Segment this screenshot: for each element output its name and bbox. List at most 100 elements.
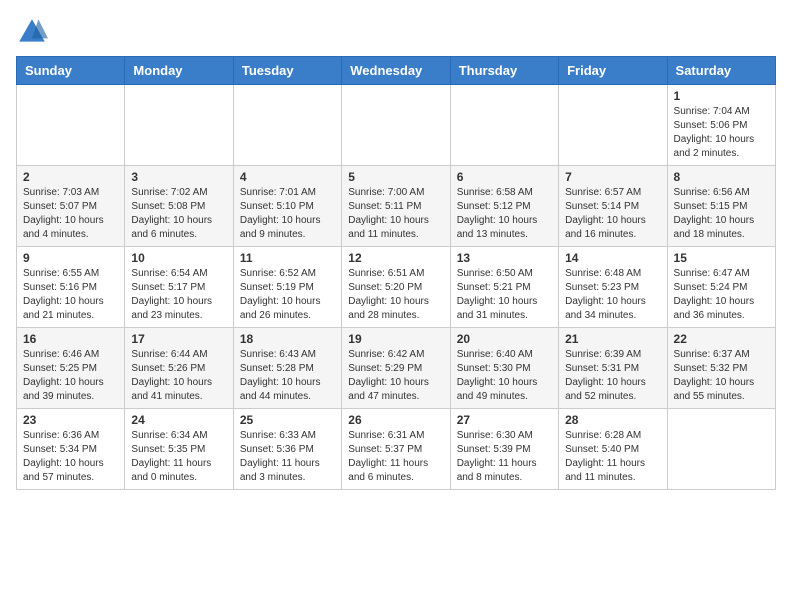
day-info: Sunrise: 7:02 AM Sunset: 5:08 PM Dayligh… <box>131 186 226 242</box>
calendar-week-0: 1Sunrise: 7:04 AM Sunset: 5:06 PM Daylig… <box>17 85 776 166</box>
weekday-header-tuesday: Tuesday <box>233 57 341 85</box>
day-number: 10 <box>131 251 226 265</box>
day-info: Sunrise: 6:52 AM Sunset: 5:19 PM Dayligh… <box>240 267 335 323</box>
day-number: 24 <box>131 413 226 427</box>
day-number: 13 <box>457 251 552 265</box>
weekday-header-sunday: Sunday <box>17 57 125 85</box>
day-info: Sunrise: 6:36 AM Sunset: 5:34 PM Dayligh… <box>23 429 118 485</box>
day-info: Sunrise: 6:44 AM Sunset: 5:26 PM Dayligh… <box>131 348 226 404</box>
calendar-week-4: 23 Sunrise: 6:36 AM Sunset: 5:34 PM Dayli… <box>17 409 776 490</box>
calendar-cell-w0d3 <box>342 85 450 166</box>
day-number: 26 <box>348 413 443 427</box>
calendar-body: 1Sunrise: 7:04 AM Sunset: 5:06 PM Daylig… <box>17 85 776 490</box>
day-number: 22 <box>674 332 769 346</box>
day-info: Sunrise: 6:57 AM Sunset: 5:14 PM Dayligh… <box>565 186 660 242</box>
day-info: Sunrise: 6:30 AM Sunset: 5:39 PM Dayligh… <box>457 429 552 485</box>
calendar-cell-w3d3: 19 Sunrise: 6:42 AM Sunset: 5:29 PM Dayli… <box>342 328 450 409</box>
day-info: Sunrise: 6:47 AM Sunset: 5:24 PM Dayligh… <box>674 267 769 323</box>
calendar-cell-w1d5: 7 Sunrise: 6:57 AM Sunset: 5:14 PM Daylig… <box>559 166 667 247</box>
day-info: Sunrise: 6:55 AM Sunset: 5:16 PM Dayligh… <box>23 267 118 323</box>
day-number: 5 <box>348 170 443 184</box>
day-number: 4 <box>240 170 335 184</box>
calendar-cell-w4d5: 28Sunrise: 6:28 AM Sunset: 5:40 PM Dayli… <box>559 409 667 490</box>
day-number: 14 <box>565 251 660 265</box>
calendar-cell-w3d1: 17 Sunrise: 6:44 AM Sunset: 5:26 PM Dayli… <box>125 328 233 409</box>
logo-icon <box>16 16 48 48</box>
day-number: 3 <box>131 170 226 184</box>
day-info: Sunrise: 7:01 AM Sunset: 5:10 PM Dayligh… <box>240 186 335 242</box>
calendar-cell-w2d2: 11 Sunrise: 6:52 AM Sunset: 5:19 PM Dayli… <box>233 247 341 328</box>
day-number: 16 <box>23 332 118 346</box>
day-info: Sunrise: 6:40 AM Sunset: 5:30 PM Dayligh… <box>457 348 552 404</box>
calendar-cell-w2d0: 9 Sunrise: 6:55 AM Sunset: 5:16 PM Daylig… <box>17 247 125 328</box>
weekday-header-saturday: Saturday <box>667 57 775 85</box>
calendar-cell-w2d1: 10 Sunrise: 6:54 AM Sunset: 5:17 PM Dayli… <box>125 247 233 328</box>
calendar-cell-w3d4: 20 Sunrise: 6:40 AM Sunset: 5:30 PM Dayli… <box>450 328 558 409</box>
calendar-cell-w2d3: 12Sunrise: 6:51 AM Sunset: 5:20 PM Dayli… <box>342 247 450 328</box>
calendar-cell-w0d0 <box>17 85 125 166</box>
calendar-cell-w1d2: 4 Sunrise: 7:01 AM Sunset: 5:10 PM Daylig… <box>233 166 341 247</box>
calendar-cell-w4d6 <box>667 409 775 490</box>
day-number: 21 <box>565 332 660 346</box>
day-info: Sunrise: 6:33 AM Sunset: 5:36 PM Dayligh… <box>240 429 335 485</box>
calendar-cell-w1d6: 8 Sunrise: 6:56 AM Sunset: 5:15 PM Daylig… <box>667 166 775 247</box>
weekday-header-thursday: Thursday <box>450 57 558 85</box>
day-info: Sunrise: 6:34 AM Sunset: 5:35 PM Dayligh… <box>131 429 226 485</box>
calendar-cell-w2d6: 15Sunrise: 6:47 AM Sunset: 5:24 PM Dayli… <box>667 247 775 328</box>
day-number: 19 <box>348 332 443 346</box>
day-number: 28 <box>565 413 660 427</box>
day-info: Sunrise: 7:03 AM Sunset: 5:07 PM Dayligh… <box>23 186 118 242</box>
weekday-header-row: SundayMondayTuesdayWednesdayThursdayFrid… <box>17 57 776 85</box>
day-number: 25 <box>240 413 335 427</box>
calendar-cell-w2d4: 13 Sunrise: 6:50 AM Sunset: 5:21 PM Dayli… <box>450 247 558 328</box>
day-number: 2 <box>23 170 118 184</box>
calendar-week-2: 9 Sunrise: 6:55 AM Sunset: 5:16 PM Daylig… <box>17 247 776 328</box>
calendar-cell-w1d1: 3 Sunrise: 7:02 AM Sunset: 5:08 PM Daylig… <box>125 166 233 247</box>
calendar-cell-w3d2: 18 Sunrise: 6:43 AM Sunset: 5:28 PM Dayli… <box>233 328 341 409</box>
calendar-cell-w0d4 <box>450 85 558 166</box>
day-number: 12 <box>348 251 443 265</box>
calendar-cell-w2d5: 14 Sunrise: 6:48 AM Sunset: 5:23 PM Dayli… <box>559 247 667 328</box>
day-number: 11 <box>240 251 335 265</box>
day-info: Sunrise: 6:43 AM Sunset: 5:28 PM Dayligh… <box>240 348 335 404</box>
calendar-cell-w0d5 <box>559 85 667 166</box>
day-info: Sunrise: 6:50 AM Sunset: 5:21 PM Dayligh… <box>457 267 552 323</box>
calendar-cell-w0d1 <box>125 85 233 166</box>
calendar-cell-w1d0: 2 Sunrise: 7:03 AM Sunset: 5:07 PM Daylig… <box>17 166 125 247</box>
day-number: 9 <box>23 251 118 265</box>
day-number: 18 <box>240 332 335 346</box>
calendar-cell-w1d3: 5 Sunrise: 7:00 AM Sunset: 5:11 PM Daylig… <box>342 166 450 247</box>
day-info: Sunrise: 6:48 AM Sunset: 5:23 PM Dayligh… <box>565 267 660 323</box>
day-number: 7 <box>565 170 660 184</box>
day-info: Sunrise: 6:56 AM Sunset: 5:15 PM Dayligh… <box>674 186 769 242</box>
calendar-cell-w4d0: 23 Sunrise: 6:36 AM Sunset: 5:34 PM Dayli… <box>17 409 125 490</box>
day-number: 27 <box>457 413 552 427</box>
calendar-cell-w1d4: 6 Sunrise: 6:58 AM Sunset: 5:12 PM Daylig… <box>450 166 558 247</box>
day-number: 8 <box>674 170 769 184</box>
calendar-cell-w4d2: 25 Sunrise: 6:33 AM Sunset: 5:36 PM Dayli… <box>233 409 341 490</box>
calendar-cell-w0d6: 1Sunrise: 7:04 AM Sunset: 5:06 PM Daylig… <box>667 85 775 166</box>
day-number: 17 <box>131 332 226 346</box>
logo <box>16 16 52 48</box>
calendar-week-1: 2 Sunrise: 7:03 AM Sunset: 5:07 PM Daylig… <box>17 166 776 247</box>
calendar-cell-w4d1: 24 Sunrise: 6:34 AM Sunset: 5:35 PM Dayli… <box>125 409 233 490</box>
calendar-cell-w0d2 <box>233 85 341 166</box>
calendar-week-3: 16Sunrise: 6:46 AM Sunset: 5:25 PM Dayli… <box>17 328 776 409</box>
day-number: 23 <box>23 413 118 427</box>
day-info: Sunrise: 6:42 AM Sunset: 5:29 PM Dayligh… <box>348 348 443 404</box>
day-number: 20 <box>457 332 552 346</box>
day-info: Sunrise: 6:31 AM Sunset: 5:37 PM Dayligh… <box>348 429 443 485</box>
calendar-cell-w3d6: 22 Sunrise: 6:37 AM Sunset: 5:32 PM Dayli… <box>667 328 775 409</box>
day-number: 6 <box>457 170 552 184</box>
day-info: Sunrise: 7:00 AM Sunset: 5:11 PM Dayligh… <box>348 186 443 242</box>
day-info: Sunrise: 6:58 AM Sunset: 5:12 PM Dayligh… <box>457 186 552 242</box>
calendar-cell-w3d5: 21Sunrise: 6:39 AM Sunset: 5:31 PM Dayli… <box>559 328 667 409</box>
calendar-cell-w3d0: 16Sunrise: 6:46 AM Sunset: 5:25 PM Dayli… <box>17 328 125 409</box>
day-number: 1 <box>674 89 769 103</box>
page-header <box>16 16 776 48</box>
day-info: Sunrise: 6:37 AM Sunset: 5:32 PM Dayligh… <box>674 348 769 404</box>
weekday-header-wednesday: Wednesday <box>342 57 450 85</box>
day-info: Sunrise: 6:54 AM Sunset: 5:17 PM Dayligh… <box>131 267 226 323</box>
weekday-header-monday: Monday <box>125 57 233 85</box>
calendar-cell-w4d3: 26 Sunrise: 6:31 AM Sunset: 5:37 PM Dayli… <box>342 409 450 490</box>
